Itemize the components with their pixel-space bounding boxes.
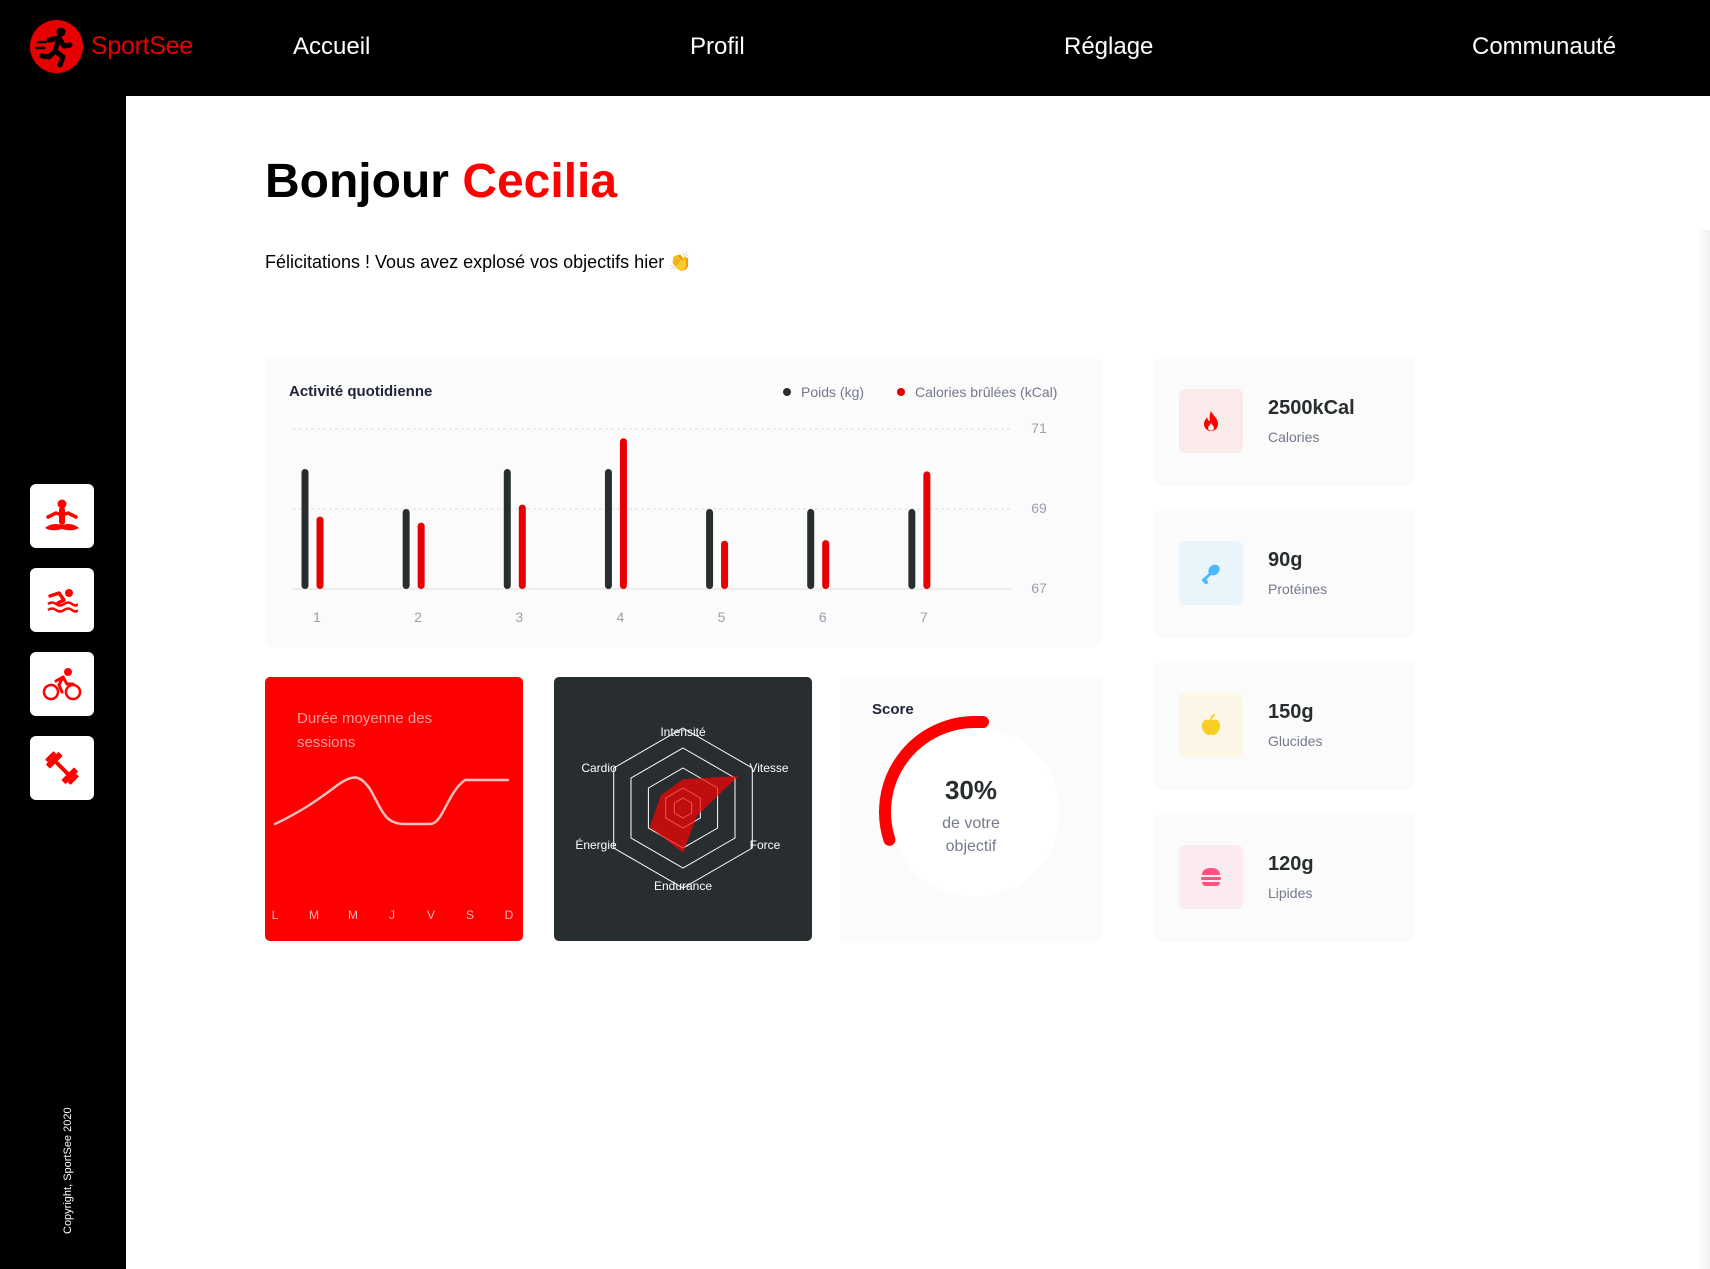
flame-icon xyxy=(1204,411,1218,431)
calories-bar xyxy=(316,516,324,589)
calories-bar xyxy=(923,471,931,589)
calories-bar xyxy=(518,504,526,589)
day-label: L xyxy=(272,908,279,922)
calories-value: 2500kCal xyxy=(1268,397,1355,419)
runner-logo-icon xyxy=(30,20,83,73)
user-name: Cecilia xyxy=(462,155,618,208)
dumbbell-icon xyxy=(45,751,79,785)
proteins-value: 90g xyxy=(1268,549,1303,571)
weight-bar xyxy=(503,469,511,589)
sessions-line xyxy=(273,776,510,826)
radar-axis-label: Énergie xyxy=(575,837,617,852)
lipids-icon-box xyxy=(1179,845,1243,909)
calories-bar xyxy=(417,522,425,589)
calories-bar xyxy=(721,540,729,589)
nav-accueil[interactable]: Accueil xyxy=(293,33,370,61)
x-tick-label: 5 xyxy=(718,609,726,625)
day-label: V xyxy=(427,908,435,922)
score-radial-chart xyxy=(879,716,989,846)
weights-button[interactable] xyxy=(30,736,94,800)
congrats-message: Félicitations ! Vous avez explosé vos ob… xyxy=(265,252,692,272)
y-tick-label: 71 xyxy=(1031,420,1047,436)
sessions-line-chart: LMMJVSD xyxy=(272,776,514,922)
calories-label: Calories xyxy=(1268,429,1320,445)
copyright-text: Copyright, SportSee 2020 xyxy=(62,1107,74,1234)
performance-radar-card: Intensité Vitesse Force Endurance Énergie Car… xyxy=(554,677,812,941)
weight-bar xyxy=(908,509,916,589)
lipids-card: 120g Lipides xyxy=(1155,813,1414,942)
x-tick-label: 3 xyxy=(515,609,523,625)
logo[interactable]: SportSee xyxy=(30,20,193,73)
swimming-button[interactable] xyxy=(30,568,94,632)
weight-bar xyxy=(604,469,612,589)
x-tick-label: 7 xyxy=(920,609,928,625)
activity-bar-chart: 6769711 2 3 4 5 6 7 xyxy=(293,420,1047,625)
cycling-button[interactable] xyxy=(30,652,94,716)
x-tick-label: 1 xyxy=(313,609,321,625)
chicken-icon xyxy=(1202,564,1220,584)
nav-communaute[interactable]: Communauté xyxy=(1472,33,1616,61)
weight-bar xyxy=(301,469,309,589)
radar-axis-label: Intensité xyxy=(660,725,706,739)
score-label-line1: de votre xyxy=(942,815,1000,832)
x-tick-label: 2 xyxy=(414,609,422,625)
day-label: M xyxy=(309,908,319,922)
radar-axis-label: Endurance xyxy=(654,879,712,893)
proteins-icon-box xyxy=(1179,541,1243,605)
yoga-icon xyxy=(45,499,79,531)
weight-bar xyxy=(402,509,410,589)
apple-icon xyxy=(1202,714,1220,735)
score-value: 30% xyxy=(944,775,998,805)
calories-icon-box xyxy=(1179,389,1243,453)
y-tick-label: 67 xyxy=(1031,580,1047,596)
yoga-button[interactable] xyxy=(30,484,94,548)
carbs-icon-box xyxy=(1179,693,1243,757)
weight-bar xyxy=(706,509,714,589)
day-label: D xyxy=(505,908,514,922)
vertical-sidebar: Copyright, SportSee 2020 xyxy=(0,96,126,1269)
calories-bar xyxy=(619,438,627,589)
activity-chart-card: Activité quotidienne Poids (kg) Calories… xyxy=(265,357,1101,647)
carbs-value: 150g xyxy=(1268,701,1314,723)
day-label: S xyxy=(466,908,474,922)
score-label-line2: objectif xyxy=(945,838,997,855)
calories-bar xyxy=(822,540,830,589)
page-title: Bonjour Cecilia xyxy=(265,154,617,209)
weight-bar xyxy=(807,509,815,589)
radar-axis-label: Force xyxy=(750,838,781,852)
day-label: M xyxy=(348,908,358,922)
performance-radar-chart: Intensité Vitesse Force Endurance Énergie Car… xyxy=(575,725,789,893)
calories-card: 2500kCal Calories xyxy=(1155,357,1414,486)
score-card: Score 30% de votre objectif xyxy=(840,677,1102,941)
page-edge-shadow xyxy=(1698,230,1710,1269)
proteins-card: 90g Protéines xyxy=(1155,509,1414,638)
nav-profil[interactable]: Profil xyxy=(690,33,745,61)
swimming-icon xyxy=(47,589,78,613)
lipids-value: 120g xyxy=(1268,853,1314,875)
carbs-card: 150g Glucides xyxy=(1155,661,1414,790)
greeting-hello: Bonjour xyxy=(265,155,449,208)
top-navbar: SportSee Accueil Profil Réglage Communau… xyxy=(0,0,1710,96)
burger-icon xyxy=(1201,868,1221,886)
day-label: J xyxy=(389,908,395,922)
brand-name: SportSee xyxy=(91,32,193,60)
score-label: de votre objectif xyxy=(840,812,1102,858)
nav-reglage[interactable]: Réglage xyxy=(1064,33,1153,61)
y-tick-label: 69 xyxy=(1031,500,1047,516)
proteins-label: Protéines xyxy=(1268,581,1328,597)
x-tick-label: 6 xyxy=(819,609,827,625)
cycling-icon xyxy=(42,668,82,701)
sessions-chart-card: Durée moyenne des sessions LMMJVSD xyxy=(265,677,523,941)
radar-axis-label: Cardio xyxy=(581,761,617,775)
lipids-label: Lipides xyxy=(1268,885,1313,901)
x-tick-label: 4 xyxy=(617,609,625,625)
carbs-label: Glucides xyxy=(1268,733,1323,749)
radar-axis-label: Vitesse xyxy=(749,761,788,775)
